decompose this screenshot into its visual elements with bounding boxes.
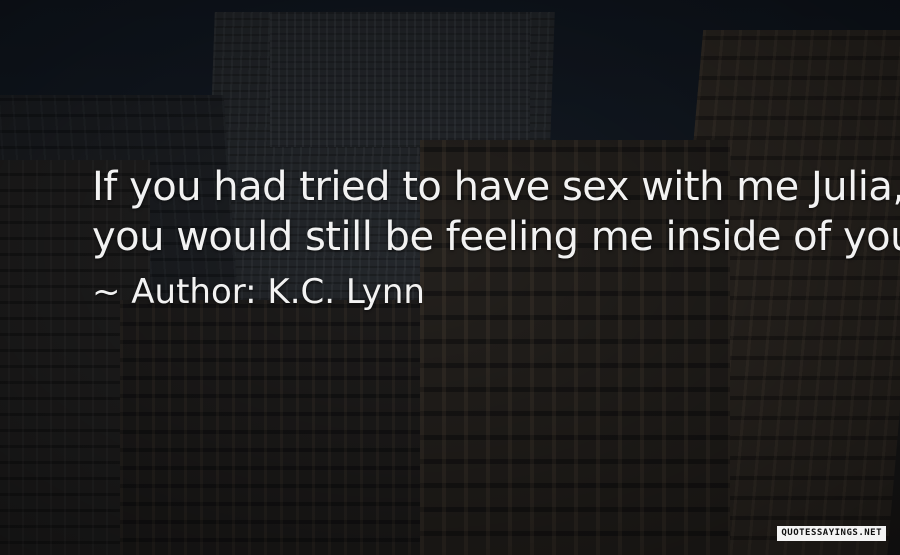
quote-text: If you had tried to have sex with me Jul…: [92, 162, 900, 262]
quote-line-1: If you had tried to have sex with me Jul…: [92, 164, 900, 210]
site-watermark: QUOTESSAYINGS.NET: [777, 526, 886, 541]
quote-attribution: ~ Author: K.C. Lynn: [92, 272, 425, 312]
quote-line-2: you would still be feeling me inside of …: [92, 214, 900, 260]
quote-image: If you had tried to have sex with me Jul…: [0, 0, 900, 555]
